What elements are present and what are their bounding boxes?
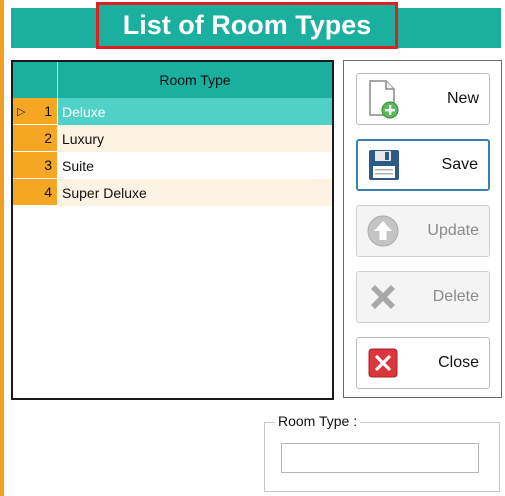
room-type-cell[interactable]: Suite	[58, 152, 332, 179]
row-index: 2	[44, 130, 52, 146]
table-row[interactable]: ▷ 1 Deluxe	[13, 98, 332, 125]
table-row[interactable]: 2 Luxury	[13, 125, 332, 152]
title-highlight-box: List of Room Types	[96, 2, 398, 49]
grid-corner-header[interactable]	[13, 62, 58, 98]
new-document-icon	[357, 74, 409, 124]
room-type-input[interactable]	[281, 443, 479, 473]
room-type-label: Room Type :	[275, 413, 361, 429]
update-arrow-up-icon	[357, 206, 409, 256]
close-icon	[357, 338, 409, 388]
room-type-cell[interactable]: Luxury	[58, 125, 332, 152]
row-header[interactable]: 2	[13, 125, 58, 152]
current-row-arrow-icon: ▷	[17, 105, 26, 118]
save-button-label: Save	[441, 156, 478, 173]
save-button[interactable]: Save	[356, 139, 490, 191]
delete-x-icon	[357, 272, 409, 322]
room-types-grid[interactable]: Room Type ▷ 1 Deluxe 2 Luxury 3 Suite 4 …	[11, 60, 334, 400]
left-accent-stripe	[0, 0, 4, 496]
row-header[interactable]: 4	[13, 179, 58, 206]
row-index: 4	[44, 184, 52, 200]
table-row[interactable]: 3 Suite	[13, 152, 332, 179]
row-header[interactable]: ▷ 1	[13, 98, 58, 125]
delete-button-label: Delete	[432, 288, 479, 305]
button-panel: New Save Update Delete Close	[343, 60, 502, 398]
grid-header: Room Type	[13, 62, 332, 98]
table-row[interactable]: 4 Super Deluxe	[13, 179, 332, 206]
room-type-groupbox: Room Type :	[264, 413, 500, 492]
row-index: 1	[44, 103, 52, 119]
room-type-cell[interactable]: Deluxe	[58, 98, 332, 125]
close-button-label: Close	[438, 354, 479, 371]
new-button-label: New	[446, 90, 479, 107]
new-button[interactable]: New	[356, 73, 490, 125]
delete-button[interactable]: Delete	[356, 271, 490, 323]
close-button[interactable]: Close	[356, 337, 490, 389]
save-floppy-icon	[358, 140, 410, 190]
room-type-cell[interactable]: Super Deluxe	[58, 179, 332, 206]
update-button-label: Update	[427, 222, 479, 239]
row-index: 3	[44, 157, 52, 173]
page-title: List of Room Types	[122, 10, 372, 40]
column-header-room-type[interactable]: Room Type	[58, 62, 332, 98]
update-button[interactable]: Update	[356, 205, 490, 257]
row-header[interactable]: 3	[13, 152, 58, 179]
